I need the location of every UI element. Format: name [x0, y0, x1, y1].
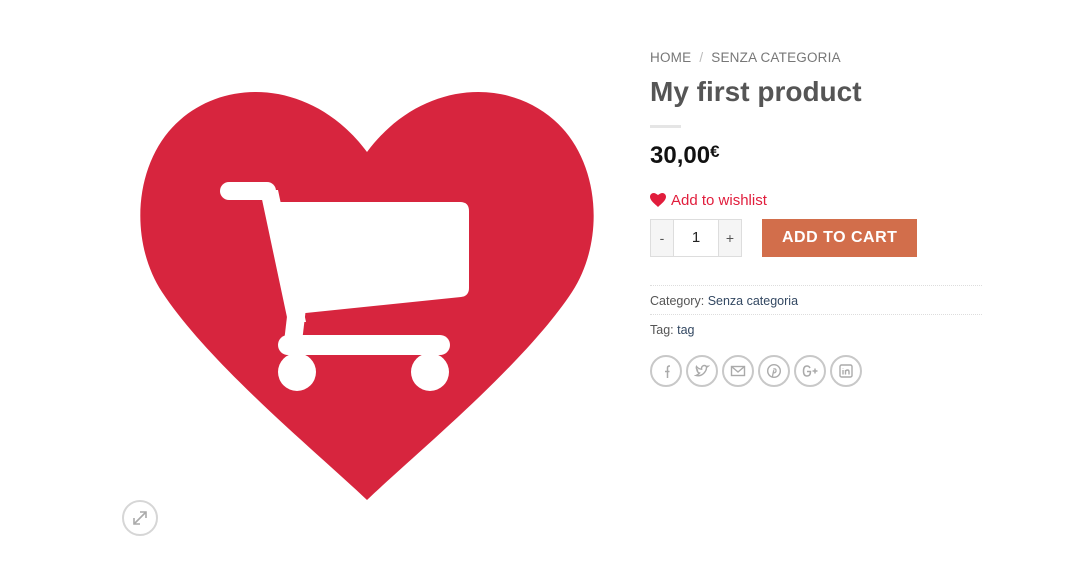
share-pinterest-button[interactable] [758, 354, 790, 387]
add-to-wishlist-link[interactable]: Add to wishlist [650, 192, 982, 209]
add-to-cart-form: - + ADD TO CART [650, 218, 982, 257]
product-title: My first product [650, 76, 862, 107]
pinterest-icon [766, 363, 782, 378]
email-icon [730, 365, 746, 376]
share-facebook-button[interactable] [650, 354, 682, 387]
add-to-cart-button[interactable]: ADD TO CART [762, 218, 918, 257]
share-icons [650, 354, 982, 387]
quantity-minus-button[interactable]: - [651, 219, 673, 256]
linkedin-icon [839, 363, 853, 378]
facebook-icon [665, 364, 670, 378]
share-email-button[interactable] [722, 354, 754, 387]
title-divider [650, 124, 681, 128]
price-currency: € [710, 141, 720, 161]
product-gallery [120, 60, 620, 540]
category-link[interactable]: Senza categoria [708, 294, 798, 308]
category-label: Category: [650, 293, 705, 308]
product-summary: HOME / SENZA CATEGORIA My first product … [650, 50, 982, 387]
google-plus-icon [802, 364, 818, 377]
quantity-stepper: - + [650, 218, 742, 257]
tag-row: Tag: tag [650, 313, 982, 343]
zoom-button[interactable] [122, 500, 158, 536]
wishlist-label: Add to wishlist [671, 191, 767, 209]
expand-icon [133, 511, 147, 525]
breadcrumb-separator: / [699, 50, 704, 65]
twitter-icon [694, 364, 710, 377]
quantity-input[interactable] [673, 219, 719, 256]
share-linkedin-button[interactable] [830, 354, 862, 387]
category-row: Category: Senza categoria [650, 284, 982, 314]
product-price: 30,00€ [650, 142, 982, 170]
product-image [140, 92, 594, 501]
heart-icon [650, 193, 666, 208]
share-google-plus-button[interactable] [794, 354, 826, 387]
tag-link[interactable]: tag [677, 323, 694, 337]
breadcrumb-home-link[interactable]: HOME [650, 50, 691, 65]
price-amount: 30,00 [650, 141, 711, 169]
quantity-plus-button[interactable]: + [719, 219, 741, 256]
breadcrumb-category-link[interactable]: SENZA CATEGORIA [711, 50, 841, 65]
share-twitter-button[interactable] [686, 354, 718, 387]
tag-label: Tag: [650, 322, 674, 337]
breadcrumb: HOME / SENZA CATEGORIA [650, 50, 982, 65]
product-meta: Category: Senza categoria Tag: tag [650, 284, 982, 343]
